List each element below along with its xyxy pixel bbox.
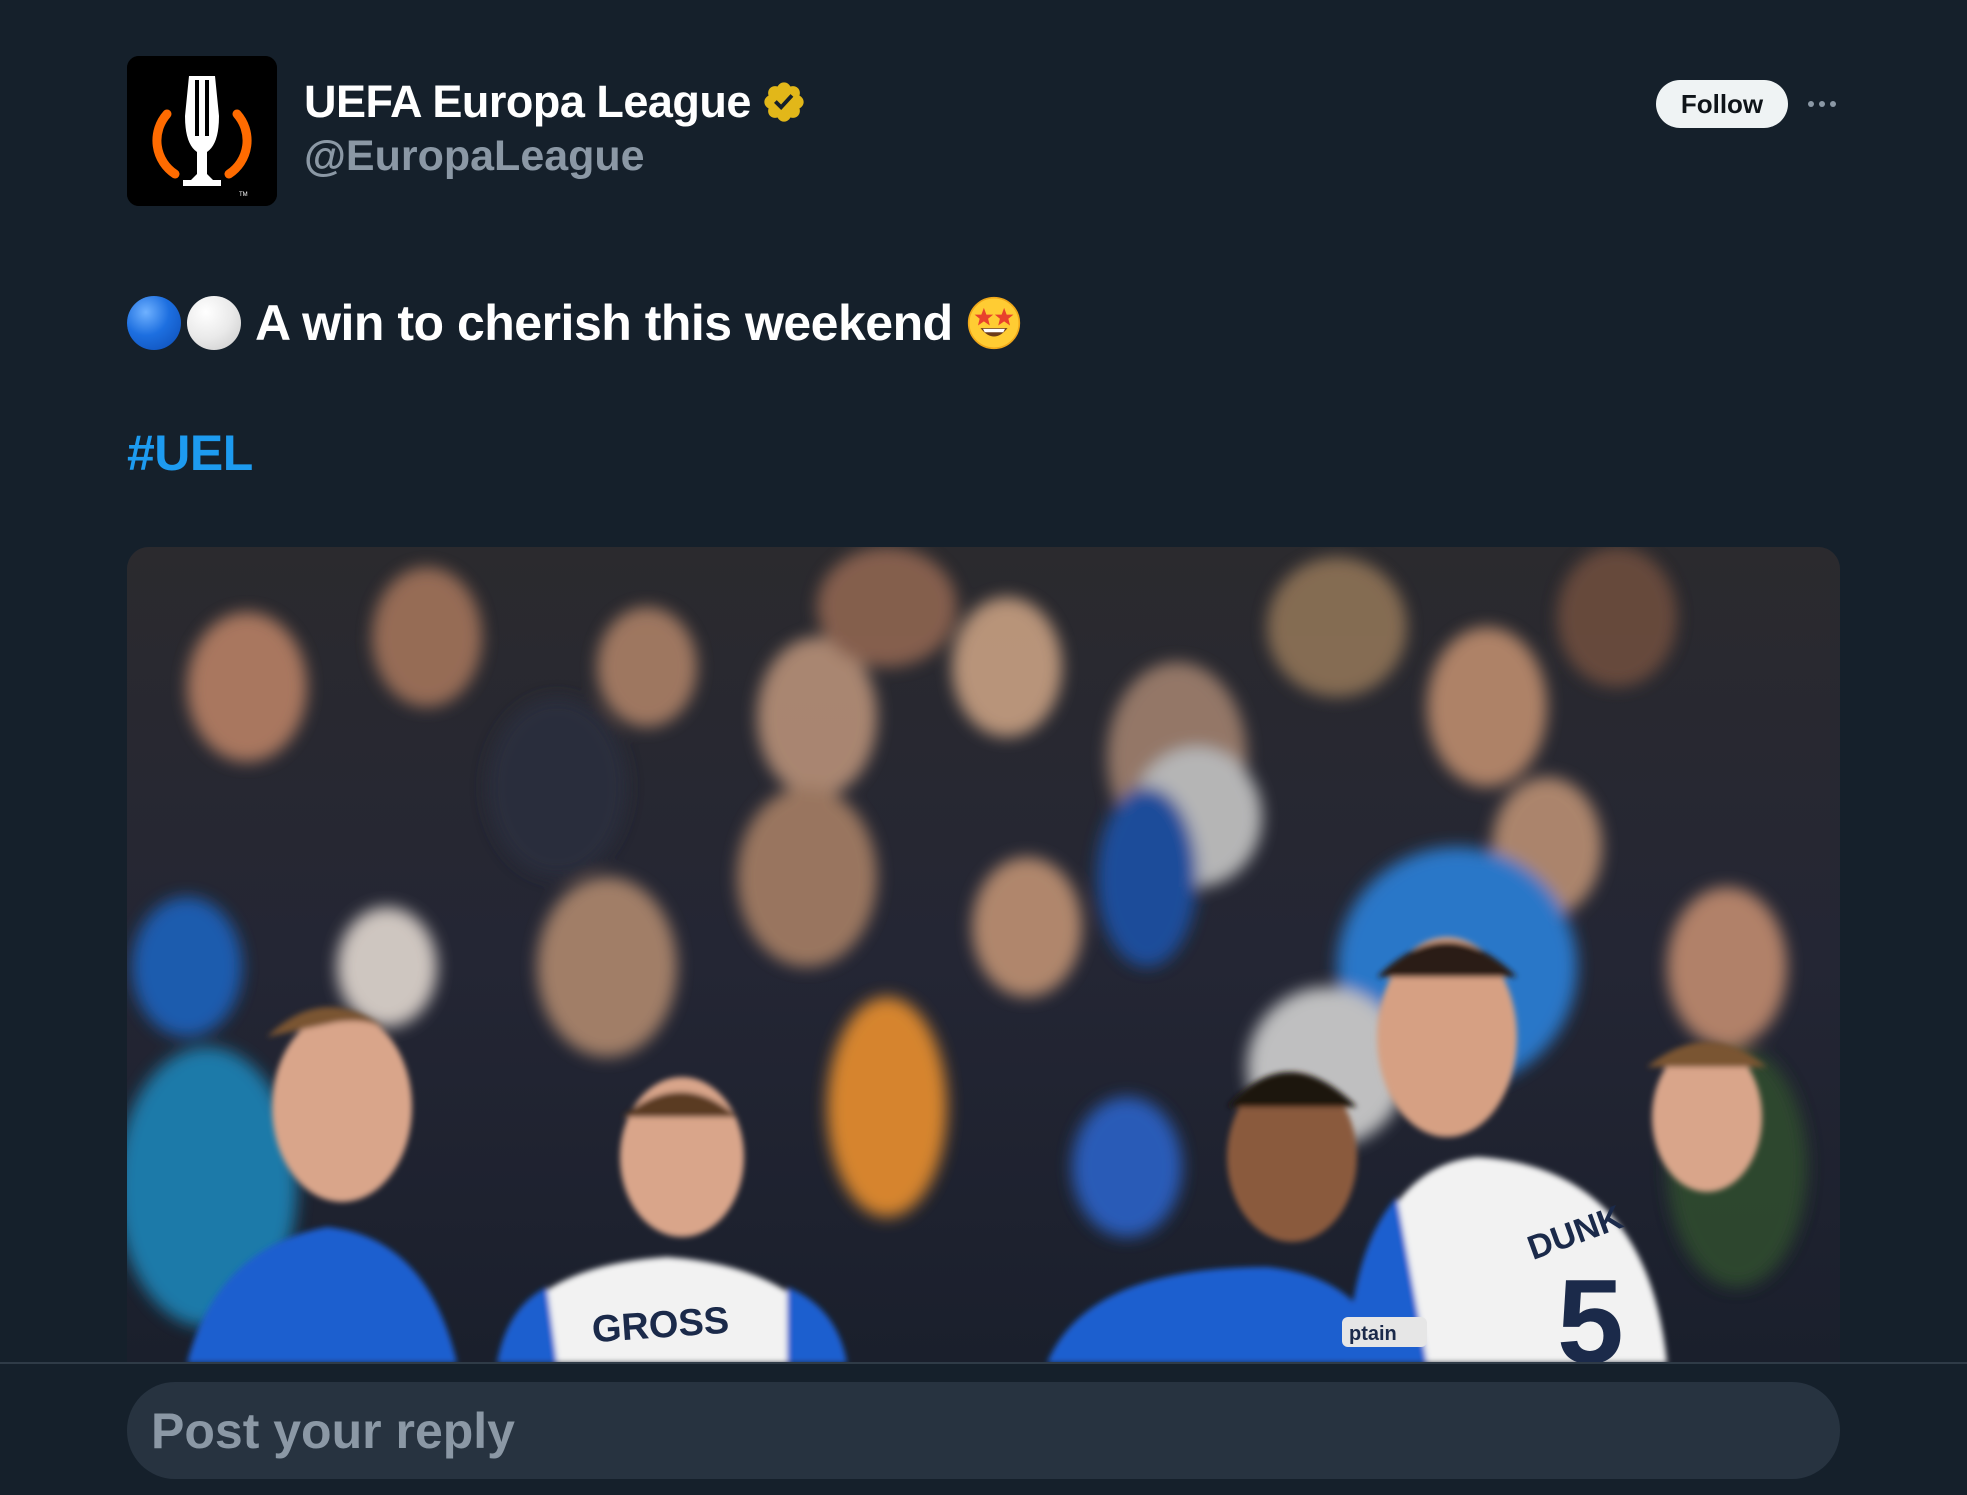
tweet-text: A win to cherish this weekend	[255, 295, 953, 351]
svg-text:TM: TM	[239, 192, 248, 198]
verified-badge-icon[interactable]	[761, 79, 807, 125]
avatar[interactable]: TM	[127, 56, 277, 206]
tweet-text-line: A win to cherish this weekend	[127, 288, 1021, 358]
captain-armband: ptain	[1349, 1323, 1397, 1345]
author-handle[interactable]: @EuropaLeague	[304, 132, 645, 181]
more-dot	[1819, 101, 1825, 107]
white-circle-icon	[187, 296, 241, 350]
more-options-icon[interactable]	[1802, 82, 1842, 126]
tweet-page: TM UEFA Europa League @EuropaLeague Foll…	[0, 0, 1967, 1495]
more-dot	[1830, 101, 1836, 107]
hashtag-link[interactable]: #UEL	[127, 424, 253, 482]
author-display-name[interactable]: UEFA Europa League	[304, 76, 751, 128]
photo-image: GROSS DUNK 5 ptain	[127, 547, 1840, 1363]
reply-bar	[0, 1362, 1967, 1495]
star-struck-emoji-icon	[967, 296, 1020, 350]
europa-league-logo-icon: TM	[127, 56, 277, 206]
tweet-media-photo[interactable]: GROSS DUNK 5 ptain	[127, 547, 1840, 1363]
blue-circle-icon	[127, 296, 181, 350]
shirt-number: 5	[1557, 1255, 1624, 1363]
reply-input[interactable]	[127, 1382, 1840, 1479]
author-name-row[interactable]: UEFA Europa League	[304, 70, 807, 134]
more-dot	[1808, 101, 1814, 107]
follow-button[interactable]: Follow	[1656, 80, 1788, 128]
